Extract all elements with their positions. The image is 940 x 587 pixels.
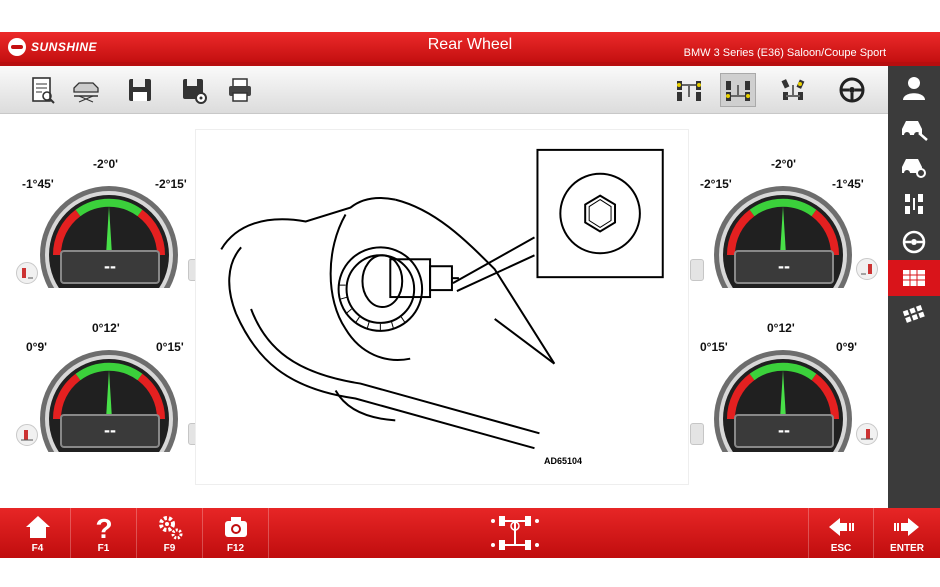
car-service-icon[interactable] — [888, 110, 940, 146]
gauge-left-bottom: 0°12' 0°9' 0°15' -- — [8, 318, 208, 478]
steering-icon[interactable] — [888, 224, 940, 260]
key-label: ENTER — [890, 543, 924, 554]
adjustment-diagram: AD65104 — [195, 129, 689, 485]
diagram-code: AD65104 — [544, 456, 583, 466]
save-settings-icon[interactable] — [176, 73, 212, 107]
key-label: F1 — [97, 543, 110, 554]
gauge-readout: -- — [734, 414, 834, 448]
steering-wheel-icon[interactable] — [834, 73, 870, 107]
gauge-center-label: -2°0' — [771, 157, 796, 171]
gauge-right-bottom: 0°12' 0°15' 0°9' -- — [686, 318, 886, 478]
forward-arrow-icon — [894, 518, 919, 536]
vehicle-name: BMW 3 Series (E36) Saloon/Coupe Sport — [683, 47, 886, 59]
help-button[interactable]: ? F1 — [71, 508, 137, 558]
gauge-center-label: -2°0' — [93, 157, 118, 171]
app-window: SUNSHINE Rear Wheel BMW 3 Series (E36) S… — [0, 0, 940, 587]
home-button[interactable]: F4 — [5, 508, 71, 558]
camera-button[interactable]: F12 — [203, 508, 269, 558]
settings-icon — [158, 516, 182, 540]
save-icon[interactable] — [122, 73, 158, 107]
toolbar — [0, 66, 888, 114]
print-icon[interactable] — [222, 73, 258, 107]
axle-status-icon — [491, 516, 539, 550]
gauge-right-top: -2°0' -2°15' -1°45' -- — [686, 154, 886, 314]
car-search-icon[interactable] — [888, 148, 940, 184]
help-icon: ? — [95, 513, 112, 541]
enter-button[interactable]: ENTER — [874, 508, 940, 558]
function-key-bar: F4 ? F1 F9 F12 ESC ENTER — [0, 508, 940, 558]
vehicle-lift-icon[interactable] — [68, 73, 104, 107]
panel-edge — [690, 259, 704, 281]
key-label: F9 — [163, 543, 176, 554]
key-label: F12 — [226, 543, 245, 554]
gauge-left-top: -2°0' -1°45' -2°15' -- — [8, 154, 208, 314]
adjust-view-icon[interactable] — [775, 73, 811, 107]
rear-axle-bolt-illustration — [220, 148, 664, 450]
grid-icon[interactable] — [888, 298, 940, 334]
specs-table-icon[interactable] — [888, 260, 940, 296]
home-icon — [25, 516, 50, 538]
gauge-readout: -- — [734, 250, 834, 284]
wheel-alignment-icon[interactable] — [888, 186, 940, 222]
gauge-center-label: 0°12' — [92, 321, 120, 335]
bottom-margin — [0, 558, 940, 587]
camber-indicator-icon — [16, 262, 38, 284]
esc-button[interactable]: ESC — [808, 508, 874, 558]
back-arrow-icon — [829, 518, 854, 536]
settings-button[interactable]: F9 — [137, 508, 203, 558]
toe-indicator-icon — [856, 423, 878, 445]
key-label: F4 — [31, 543, 44, 554]
rear-axle-view-icon[interactable] — [720, 73, 756, 107]
title-bar: SUNSHINE Rear Wheel BMW 3 Series (E36) S… — [0, 32, 940, 62]
gauge-readout: -- — [60, 414, 160, 448]
camera-icon — [224, 517, 247, 537]
right-sidebar — [888, 66, 940, 508]
alignment-panel: -2°0' -1°45' -2°15' -- 0°12' 0°9' 0°15' — [0, 114, 888, 508]
panel-edge — [690, 423, 704, 445]
gauge-center-label: 0°12' — [767, 321, 795, 335]
user-icon[interactable] — [888, 70, 940, 106]
toe-indicator-icon — [16, 424, 38, 446]
report-icon[interactable] — [24, 73, 60, 107]
svg-text:?: ? — [95, 513, 112, 541]
front-axle-view-icon[interactable] — [671, 73, 707, 107]
gauge-readout: -- — [60, 250, 160, 284]
camber-indicator-icon — [856, 258, 878, 280]
key-label: ESC — [830, 543, 852, 554]
